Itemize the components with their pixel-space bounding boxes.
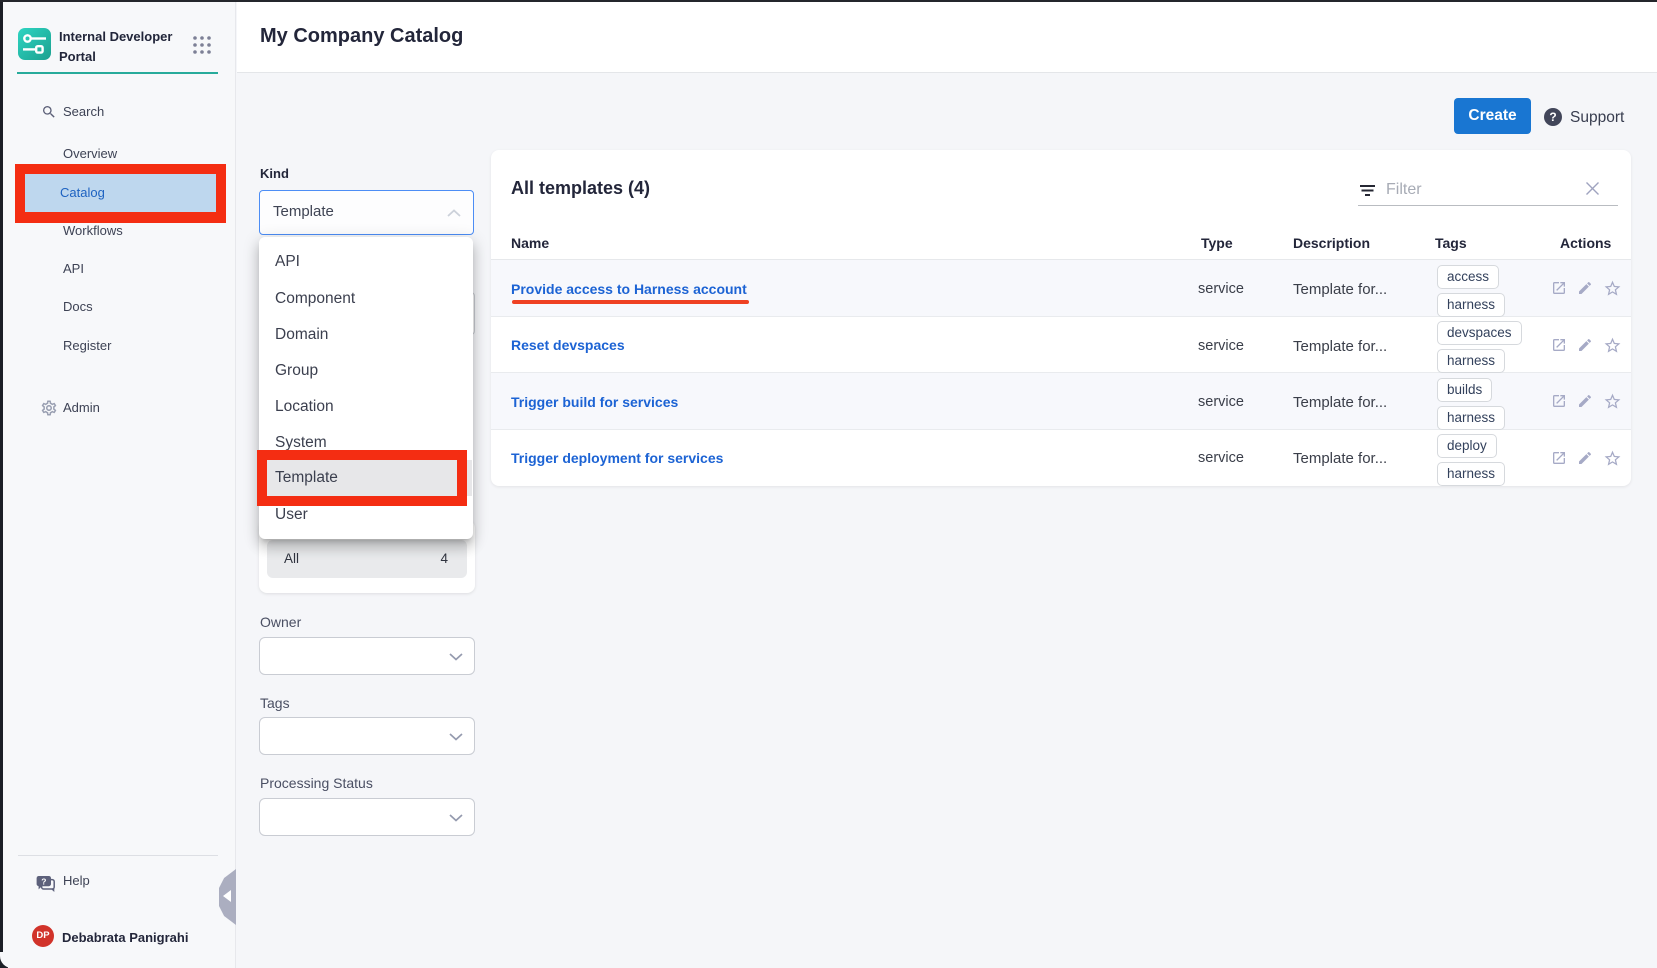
svg-text:?: ? (41, 876, 46, 886)
